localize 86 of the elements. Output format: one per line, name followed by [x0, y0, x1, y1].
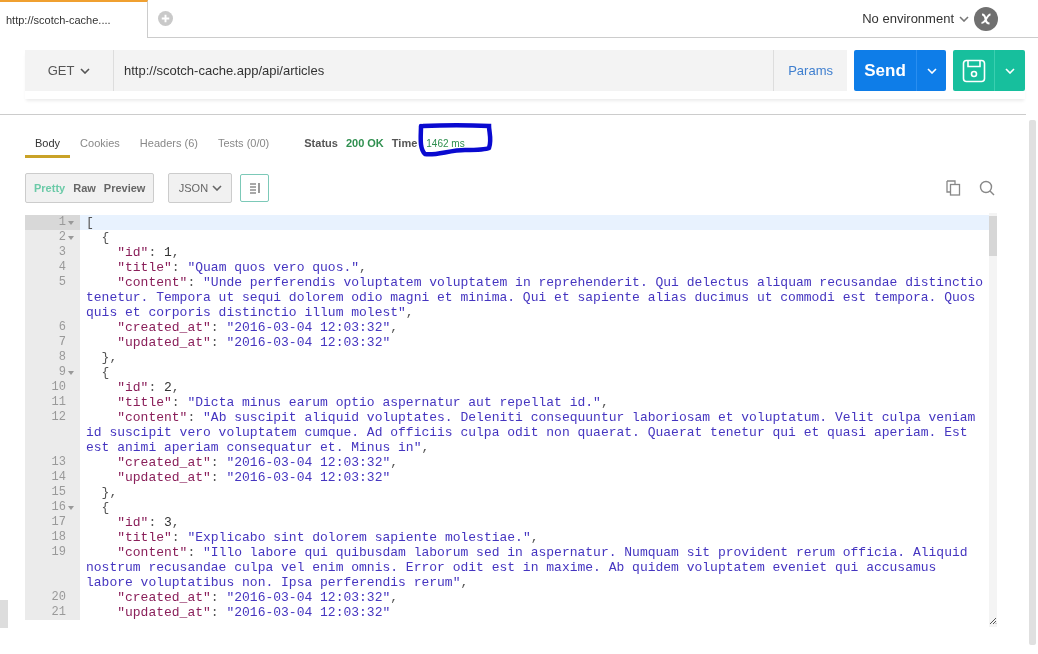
code-line: "created_at": "2016-03-04 12:03:32", [116, 320, 399, 335]
code-line: "updated_at": "2016-03-04 12:03:32" [116, 470, 391, 485]
code-line: labore voluptatibus non. Ipsa perferendis rerum", [86, 575, 469, 590]
status-label: Status [304, 136, 338, 152]
code-line: { [100, 365, 110, 380]
response-tab[interactable]: Tests (0/0) [207, 132, 280, 158]
code-line: nostrum recusandae culpa vel enim omnis. Error odit est in maxime. Ab quidem voluptatem eveniet qui accusamus [86, 560, 937, 575]
save-button[interactable] [953, 50, 1025, 91]
code-line: "title": "Dicta minus earum optio aspernatur aut repellat id.", [116, 395, 609, 410]
code-line: { [100, 500, 110, 515]
code-line: "created_at": "2016-03-04 12:03:32", [116, 455, 399, 470]
view-mode-option[interactable]: Raw [69, 179, 100, 197]
code-line: tenetur. Tempora ut sequi dolorem odio magni et minima. Qui et sapiente alias ducimus ut commodi est tempora. Quos [86, 290, 976, 305]
line-number: 16 [51, 500, 66, 515]
sidebar-toggle[interactable] [0, 600, 8, 628]
params-button[interactable]: Params [774, 50, 847, 91]
chevron-icon [80, 67, 91, 74]
variable-x-icon[interactable] [974, 6, 998, 31]
time-value: 1462 ms [425, 137, 466, 151]
line-number: 15 [51, 485, 66, 500]
line-number: 17 [51, 515, 66, 530]
line-number: 4 [58, 260, 66, 275]
code-line: "id": 3, [116, 515, 180, 530]
view-mode-option[interactable]: Preview [99, 179, 150, 197]
code-line: "id": 1, [116, 245, 180, 260]
fold-caret-icon[interactable] [68, 235, 74, 240]
code-line: "created_at": "2016-03-04 12:03:32", [116, 590, 399, 605]
status-value: 200 OK [345, 136, 384, 152]
fold-caret-icon[interactable] [68, 220, 74, 225]
code-line: quis et corporis distinctio illum molest", [86, 305, 414, 320]
response-tab[interactable]: Headers (6) [129, 132, 208, 158]
code-line: "content": "Unde perferendis voluptatem voluptatem in reprehenderit. Qui delectus aliquam recusandae distinctio [116, 275, 984, 290]
code-line: "id": 2, [116, 380, 180, 395]
page-scrollbar[interactable] [1029, 120, 1036, 645]
add-tab-icon[interactable] [158, 11, 173, 26]
code-line: id suscipit vero voluptatem cumque. Ad officiis culpa odit non quaerat. Quaerat tenetur qui et quasi aperiam. Est [86, 425, 968, 440]
wrap-lines-icon [248, 182, 261, 194]
wrap-lines-button[interactable] [240, 174, 270, 202]
line-number: 20 [51, 590, 66, 605]
line-number: 2 [58, 230, 66, 245]
chevron-icon [212, 185, 223, 191]
request-tab[interactable]: http://scotch-cache.... [0, 0, 148, 38]
chevron-icon [926, 67, 937, 74]
send-button[interactable]: Send [854, 50, 946, 91]
line-number: 3 [58, 245, 66, 260]
code-line: "title": "Explicabo sint dolorem sapiente molestiae.", [116, 530, 539, 545]
resize-grip-icon[interactable] [989, 617, 997, 625]
code-line: "title": "Quam quos vero quos.", [116, 260, 367, 275]
code-line: est animi aperiam consequatur et. Minus in", [86, 440, 430, 455]
line-number: 10 [51, 380, 66, 395]
url-field[interactable]: http://scotch-cache.app/api/articles [113, 50, 775, 91]
line-number: 1 [58, 215, 66, 230]
search-icon[interactable] [979, 180, 995, 196]
fold-caret-icon[interactable] [68, 505, 74, 510]
code-line: { [100, 230, 110, 245]
line-number: 19 [51, 545, 66, 560]
response-tab[interactable]: Body [25, 132, 71, 158]
line-number: 11 [51, 395, 66, 410]
code-line: }, [100, 485, 118, 500]
send-label[interactable]: Send [854, 57, 916, 84]
line-number: 7 [58, 335, 66, 350]
code-line: [ [86, 215, 94, 230]
code-line: }, [100, 350, 118, 365]
line-number: 9 [58, 365, 66, 380]
line-number: 14 [51, 470, 66, 485]
copy-icon[interactable] [946, 180, 961, 196]
response-tab[interactable]: Cookies [70, 132, 130, 158]
line-number: 13 [51, 455, 66, 470]
code-line: "content": "Illo labore qui quibusdam laborum sed in aspernatur. Numquam sit provident rerum officia. Aliquid [116, 545, 968, 560]
code-line: "updated_at": "2016-03-04 12:03:32" [116, 335, 391, 350]
scrollbar-thumb[interactable] [989, 216, 997, 256]
line-number: 5 [58, 275, 66, 290]
code-line: "updated_at": "2016-03-04 12:03:32" [116, 605, 391, 620]
method-dropdown[interactable]: GET [25, 50, 113, 91]
line-number: 21 [51, 605, 66, 620]
chevron-icon [959, 15, 969, 22]
line-number: 12 [51, 410, 66, 425]
code-line: "content": "Ab suscipit aliquid voluptates. Deleniti consequuntur laboriosam et voluptatum. Velit culpa veniam [116, 410, 976, 425]
fold-caret-icon[interactable] [68, 370, 74, 375]
line-number: 8 [58, 350, 66, 365]
line-number: 18 [51, 530, 66, 545]
format-dropdown[interactable]: JSON [168, 173, 233, 203]
environment-dropdown[interactable]: No environment [862, 8, 969, 29]
chevron-icon [1005, 67, 1015, 74]
line-number: 6 [58, 320, 66, 335]
time-label: Time [391, 136, 418, 152]
